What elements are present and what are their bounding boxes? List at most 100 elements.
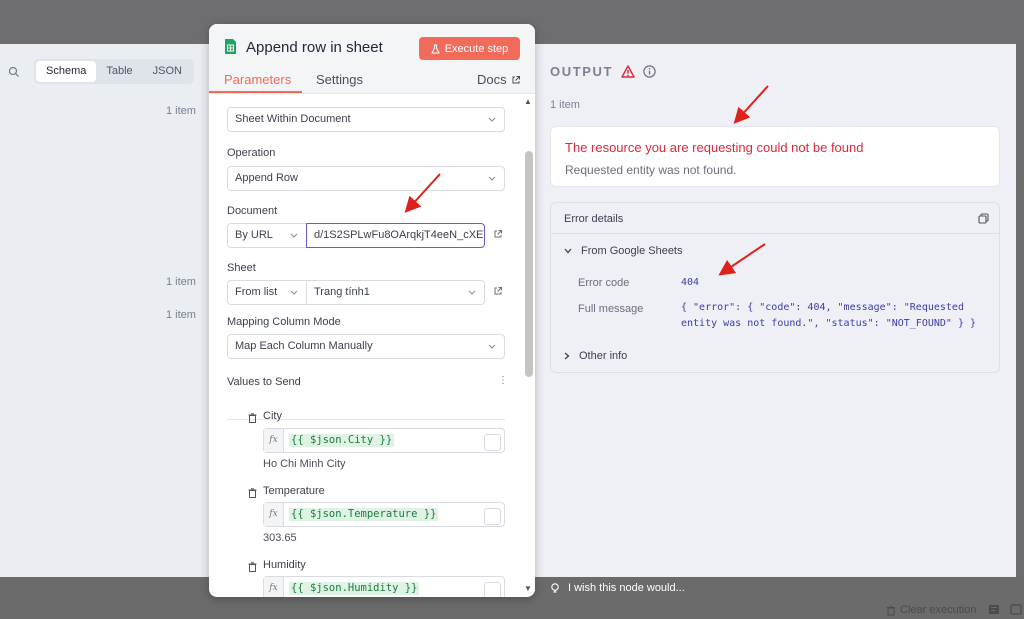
mapping-mode-value: Map Each Column Manually (235, 340, 373, 352)
other-info-label: Other info (579, 350, 628, 362)
reset-icon[interactable] (484, 434, 501, 451)
operation-label: Operation (227, 147, 276, 159)
trash-icon[interactable] (248, 562, 257, 572)
clear-execution-label: Clear execution (900, 604, 977, 616)
search-icon[interactable] (8, 66, 20, 78)
fx-icon: fx (264, 429, 284, 452)
chevron-down-icon (488, 344, 496, 349)
error-code-label: Error code (578, 277, 630, 289)
expression-value: {{ $json.Humidity }} (289, 582, 420, 595)
expression-input[interactable]: fx {{ $json.Humidity }} (263, 576, 505, 597)
output-item-count: 1 item (550, 99, 580, 111)
document-mode-select[interactable]: By URL (227, 223, 307, 248)
scroll-down-arrow[interactable]: ▼ (524, 584, 532, 593)
operation-select[interactable]: Append Row (227, 166, 505, 191)
more-icon[interactable] (1010, 604, 1022, 615)
full-message-line-2: entity was not found.", "status": "NOT_F… (681, 318, 977, 329)
expression-result: 303.65 (263, 532, 297, 544)
trash-icon[interactable] (248, 413, 257, 423)
input-panel: Schema Table JSON 1 item 1 item 1 item (0, 44, 210, 577)
output-title: OUTPUT (550, 64, 614, 79)
chevron-right-icon (564, 352, 570, 360)
external-link-icon (512, 75, 520, 83)
options-menu-icon[interactable]: ⋮ (498, 375, 508, 386)
feedback-prompt-text: I wish this node would... (568, 582, 685, 594)
document-mode-value: By URL (235, 229, 273, 241)
expression-result: Ho Chi Minh City (263, 458, 346, 470)
chevron-down-icon (290, 290, 298, 295)
trash-icon (887, 605, 895, 615)
tab-schema[interactable]: Schema (36, 61, 97, 82)
resource-value: Sheet Within Document (235, 113, 351, 125)
lightbulb-icon (551, 582, 559, 593)
docs-link[interactable]: Docs (477, 72, 521, 87)
values-to-send-label: Values to Send (227, 376, 301, 388)
node-header: Append row in sheet Execute step Paramet… (209, 24, 535, 94)
google-sheets-icon (225, 39, 236, 54)
other-info-toggle[interactable]: Other info (564, 350, 627, 362)
chevron-down-icon (564, 248, 572, 254)
clear-execution-button[interactable]: Clear execution (886, 604, 976, 616)
execute-step-label: Execute step (444, 42, 509, 55)
fx-icon: fx (264, 577, 284, 597)
scrollbar-thumb[interactable] (525, 151, 533, 377)
mapping-mode-select[interactable]: Map Each Column Manually (227, 334, 505, 359)
mapping-mode-label: Mapping Column Mode (227, 316, 341, 328)
fx-icon: fx (264, 503, 284, 526)
canvas-footer-tools (988, 604, 1022, 615)
error-source-label: From Google Sheets (581, 245, 683, 257)
chevron-down-icon (488, 176, 496, 181)
expression-input[interactable]: fx {{ $json.City }} (263, 428, 505, 453)
docs-label: Docs (477, 72, 507, 87)
view-mode-switch: Schema Table JSON (34, 59, 194, 84)
output-panel: OUTPUT 1 item The resource you are reque… (535, 44, 1016, 577)
sheet-mode-value: From list (235, 286, 278, 298)
external-link-icon[interactable] (493, 286, 503, 296)
chevron-down-icon (468, 290, 476, 295)
tab-table[interactable]: Table (96, 61, 142, 82)
scroll-up-arrow[interactable]: ▲ (524, 97, 532, 106)
error-details-title: Error details (564, 213, 624, 225)
expression-value: {{ $json.City }} (289, 434, 395, 447)
error-code-value: 404 (681, 277, 700, 288)
resource-select[interactable]: Sheet Within Document (227, 107, 505, 132)
output-header: OUTPUT (550, 64, 656, 79)
chevron-down-icon (488, 117, 496, 122)
document-url-input[interactable]: d/1S2SPLwFu8OArqkjT4eeN_cXET (306, 223, 485, 248)
full-message-label: Full message (578, 303, 644, 315)
error-card: The resource you are requesting could no… (550, 126, 1000, 187)
logs-icon[interactable] (988, 604, 1000, 615)
error-subtitle: Requested entity was not found. (565, 163, 737, 177)
full-message-line-1: { "error": { "code": 404, "message": "Re… (681, 302, 964, 313)
copy-icon[interactable] (978, 213, 989, 224)
chevron-down-icon (290, 233, 298, 238)
item-count: 1 item (166, 309, 196, 321)
info-icon[interactable] (643, 65, 656, 78)
tab-parameters[interactable]: Parameters (224, 72, 291, 87)
error-details-header: Error details (551, 203, 999, 234)
node-title: Append row in sheet (246, 39, 383, 56)
external-link-icon[interactable] (493, 229, 503, 239)
sheet-label: Sheet (227, 262, 256, 274)
sheet-select[interactable]: Trang tính1 (306, 280, 485, 305)
field-name: City (263, 410, 282, 422)
operation-value: Append Row (235, 172, 298, 184)
reset-icon[interactable] (484, 508, 501, 525)
parameters-form: Sheet Within Document Operation Append R… (209, 95, 535, 597)
item-count: 1 item (166, 105, 196, 117)
field-name: Temperature (263, 485, 325, 497)
sheet-mode-select[interactable]: From list (227, 280, 307, 305)
node-parameters-panel: Append row in sheet Execute step Paramet… (209, 24, 535, 597)
expression-value: {{ $json.Temperature }} (289, 508, 439, 521)
document-label: Document (227, 205, 278, 217)
active-tab-indicator (209, 91, 302, 93)
from-google-sheets-toggle[interactable]: From Google Sheets (564, 245, 683, 257)
item-count: 1 item (166, 276, 196, 288)
execute-step-button[interactable]: Execute step (419, 37, 520, 60)
feedback-prompt[interactable]: I wish this node would... (551, 582, 685, 594)
trash-icon[interactable] (248, 488, 257, 498)
reset-icon[interactable] (484, 582, 501, 597)
tab-settings[interactable]: Settings (316, 72, 363, 87)
tab-json[interactable]: JSON (143, 61, 192, 82)
expression-input[interactable]: fx {{ $json.Temperature }} (263, 502, 505, 527)
